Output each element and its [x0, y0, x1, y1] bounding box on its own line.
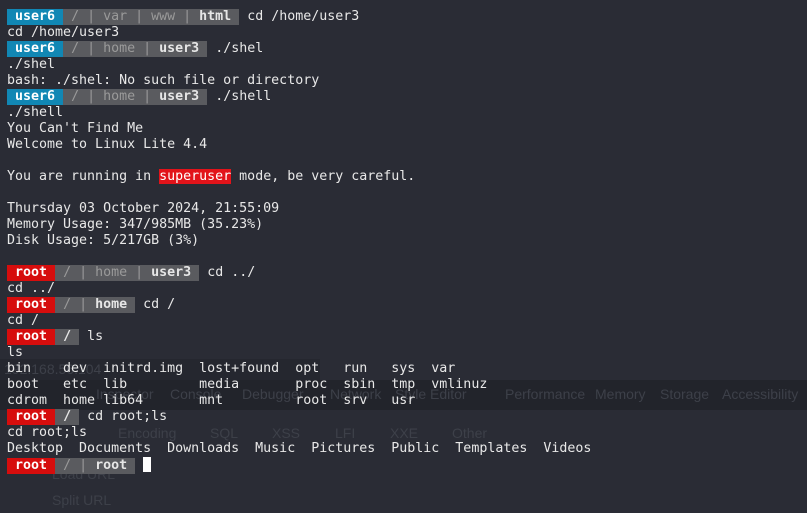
prompt-path-segment: / | var | www | html — [63, 9, 240, 25]
prompt-cwd: user3 — [159, 89, 200, 104]
prompt-user-segment: root — [7, 409, 56, 425]
prompt-path-segment: / | root — [55, 458, 136, 474]
command-text: ./shel — [215, 41, 264, 56]
prompt-path: / | home | — [55, 265, 152, 280]
command-text: cd /home/user3 — [247, 9, 360, 24]
prompt-path-segment: / | home | user3 — [55, 265, 200, 281]
command-text: cd / — [143, 297, 176, 312]
output-text: mode, be very careful. — [231, 169, 416, 184]
prompt-line: root / | root — [7, 457, 787, 474]
output-line: ls — [7, 345, 24, 360]
prompt-path-segment: / | home | user3 — [63, 89, 208, 105]
prompt-line: user6 / | home | user3 ./shel — [7, 41, 787, 57]
prompt-user: root — [15, 265, 48, 280]
output-line: You Can't Find Me — [7, 121, 144, 136]
prompt-line: root / ls — [7, 329, 787, 345]
prompt-cwd: / — [63, 409, 72, 424]
prompt-cwd: root — [95, 458, 128, 473]
prompt-user-segment: root — [7, 265, 56, 281]
output-line: cd ../ — [7, 281, 56, 296]
terminal-cursor — [143, 457, 152, 472]
prompt-user-segment: root — [7, 297, 56, 313]
prompt-user-segment: root — [7, 458, 56, 474]
ghost-button: Split URL — [52, 492, 112, 508]
prompt-user-segment: user6 — [7, 89, 64, 105]
terminal-output[interactable]: user6 / | var | www | html cd /home/user… — [7, 9, 787, 474]
output-line: boot etc lib media proc sbin tmp vmlinuz — [7, 377, 488, 392]
prompt-user: user6 — [15, 41, 56, 56]
prompt-path-segment: / | home — [55, 297, 136, 313]
output-line: cdrom home lib64 mnt root srv usr — [7, 393, 416, 408]
prompt-path-segment: / — [55, 409, 80, 425]
output-line: cd / — [7, 313, 40, 328]
output-line: ./shell — [7, 105, 64, 120]
prompt-user: root — [15, 409, 48, 424]
command-text: cd root;ls — [87, 409, 168, 424]
prompt-line: user6 / | home | user3 ./shell — [7, 89, 787, 105]
prompt-line: user6 / | var | www | html cd /home/user… — [7, 9, 787, 25]
prompt-line: root / | home cd / — [7, 297, 787, 313]
prompt-cwd: html — [199, 9, 232, 24]
prompt-user: root — [15, 297, 48, 312]
output-line: Welcome to Linux Lite 4.4 — [7, 137, 208, 152]
output-line: bash: ./shel: No such file or directory — [7, 73, 320, 88]
prompt-path: / | — [55, 297, 96, 312]
prompt-user-segment: user6 — [7, 9, 64, 25]
output-text: You are running in — [7, 169, 160, 184]
output-line: bin dev initrd.img lost+found opt run sy… — [7, 361, 456, 376]
prompt-user-segment: root — [7, 329, 56, 345]
prompt-line: root / cd root;ls — [7, 409, 787, 425]
prompt-user: user6 — [15, 89, 56, 104]
output-line: ./shel — [7, 57, 56, 72]
prompt-path: / | — [55, 458, 96, 473]
prompt-cwd: user3 — [151, 265, 192, 280]
prompt-cwd: / — [63, 329, 72, 344]
superuser-highlight: superuser — [159, 169, 232, 184]
prompt-path — [55, 329, 63, 344]
prompt-line: root / | home | user3 cd ../ — [7, 265, 787, 281]
command-text: ls — [87, 329, 104, 344]
output-line: You are running in superuser mode, be ve… — [7, 169, 787, 185]
prompt-user: root — [15, 458, 48, 473]
prompt-path — [55, 409, 63, 424]
prompt-path-segment: / | home | user3 — [63, 41, 208, 57]
output-line: Desktop Documents Downloads Music Pictur… — [7, 441, 592, 456]
prompt-cwd: home — [95, 297, 128, 312]
prompt-user-segment: user6 — [7, 41, 64, 57]
command-text: ./shell — [215, 89, 272, 104]
prompt-user: user6 — [15, 9, 56, 24]
output-line: Thursday 03 October 2024, 21:55:09 — [7, 201, 280, 216]
prompt-path: / | home | — [63, 41, 160, 56]
prompt-cwd: user3 — [159, 41, 200, 56]
output-line: Disk Usage: 5/217GB (3%) — [7, 233, 200, 248]
prompt-user: root — [15, 329, 48, 344]
prompt-path-segment: / — [55, 329, 80, 345]
prompt-path: / | var | www | — [63, 9, 200, 24]
prompt-path: / | home | — [63, 89, 160, 104]
output-line: cd /home/user3 — [7, 25, 120, 40]
command-text: cd ../ — [207, 265, 256, 280]
output-line: cd root;ls — [7, 425, 88, 440]
output-line: Memory Usage: 347/985MB (35.23%) — [7, 217, 264, 232]
